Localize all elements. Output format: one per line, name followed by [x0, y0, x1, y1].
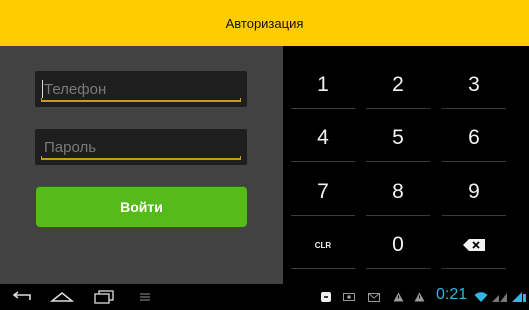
home-icon[interactable] — [47, 287, 77, 307]
key-label: 8 — [392, 180, 404, 203]
login-button-label: Войти — [120, 198, 163, 215]
key-label: 7 — [317, 180, 329, 203]
login-button[interactable]: Войти — [36, 186, 247, 227]
warning-icon — [414, 287, 425, 307]
key-backspace[interactable] — [442, 221, 506, 269]
numeric-keypad: 1 2 3 4 5 6 7 8 9 CLR 0 — [283, 46, 529, 284]
key-label: 5 — [392, 126, 404, 149]
back-icon[interactable] — [6, 287, 36, 307]
screenshot-icon — [343, 287, 355, 307]
key-3[interactable]: 3 — [442, 61, 506, 109]
phone-placeholder: Телефон — [44, 81, 107, 98]
key-9[interactable]: 9 — [442, 168, 506, 216]
app-header: Авторизация — [0, 0, 529, 46]
login-form: Телефон Пароль — [0, 46, 283, 284]
mail-icon — [368, 287, 380, 307]
page-title: Авторизация — [225, 15, 304, 31]
system-navigation-bar: 0:21 — [0, 284, 529, 310]
key-4[interactable]: 4 — [291, 114, 355, 162]
password-input[interactable]: Пароль — [35, 129, 247, 165]
text-cursor — [42, 80, 43, 98]
key-1[interactable]: 1 — [291, 61, 355, 109]
backspace-icon — [463, 239, 485, 251]
signal-icon — [492, 287, 508, 307]
key-0[interactable]: 0 — [366, 221, 430, 269]
password-placeholder: Пароль — [44, 139, 97, 156]
recent-apps-icon[interactable] — [89, 287, 119, 307]
key-2[interactable]: 2 — [366, 61, 430, 109]
input-underline — [41, 98, 241, 102]
key-label: 9 — [468, 180, 480, 203]
key-7[interactable]: 7 — [291, 168, 355, 216]
key-label: 1 — [317, 73, 329, 96]
key-8[interactable]: 8 — [366, 168, 430, 216]
notification-icon — [321, 287, 331, 307]
phone-input[interactable]: Телефон — [35, 71, 247, 107]
key-label: 0 — [392, 233, 404, 256]
key-label: 3 — [468, 73, 480, 96]
key-label: 6 — [468, 126, 480, 149]
clock: 0:21 — [436, 286, 468, 303]
key-clear[interactable]: CLR — [291, 221, 355, 269]
battery-icon — [512, 287, 526, 307]
key-5[interactable]: 5 — [366, 114, 430, 162]
key-label: 2 — [392, 73, 404, 96]
wifi-icon — [474, 287, 488, 307]
key-label: CLR — [314, 240, 332, 250]
warning-icon — [393, 287, 404, 307]
key-6[interactable]: 6 — [442, 114, 506, 162]
menu-icon[interactable] — [130, 287, 160, 307]
input-underline — [41, 156, 241, 160]
key-label: 4 — [317, 126, 329, 149]
